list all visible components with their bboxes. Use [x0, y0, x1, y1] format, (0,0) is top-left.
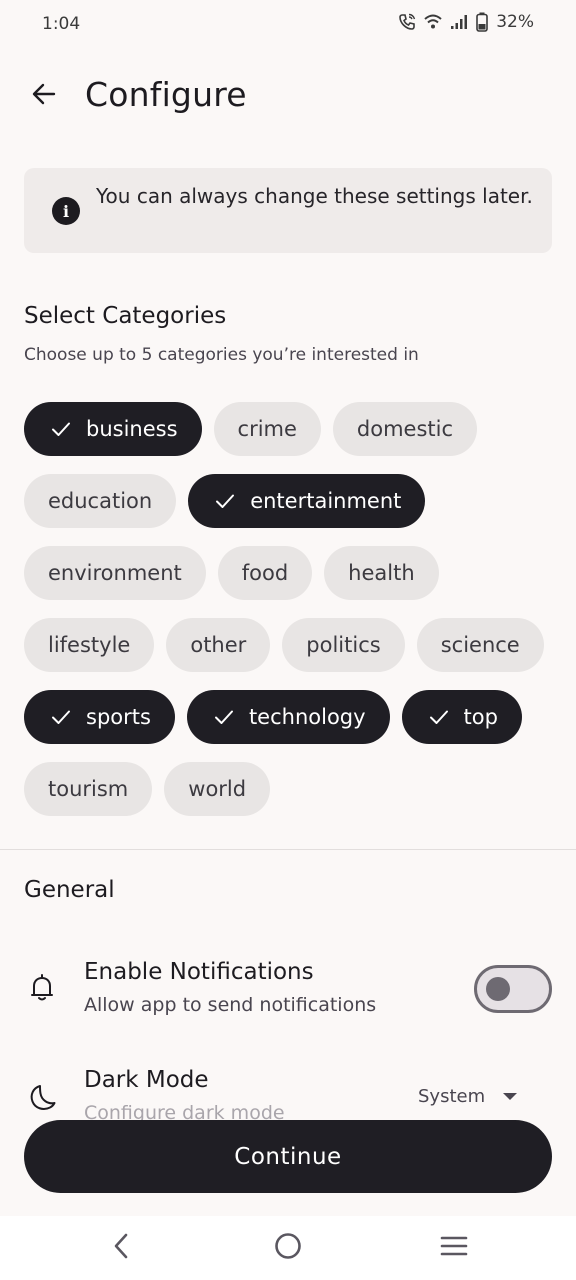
notifications-setting[interactable]: Enable Notifications Allow app to send n…	[0, 956, 576, 1036]
categories-subtitle: Choose up to 5 categories you’re interes…	[24, 345, 419, 365]
category-chip-politics[interactable]: politics	[282, 618, 405, 672]
category-chip-business[interactable]: business	[24, 402, 202, 456]
chip-label: science	[440, 633, 520, 657]
dark-mode-title: Dark Mode	[84, 1067, 209, 1093]
nav-home-icon	[273, 1231, 303, 1265]
chip-label: business	[86, 417, 178, 441]
nav-recents-button[interactable]	[438, 1232, 470, 1264]
chip-label: lifestyle	[48, 633, 131, 657]
chip-label: environment	[48, 561, 182, 585]
category-chip-world[interactable]: world	[164, 762, 271, 816]
chevron-down-icon	[503, 1093, 518, 1100]
general-title: General	[24, 877, 115, 903]
battery-icon	[476, 12, 489, 32]
info-icon: i	[52, 197, 80, 225]
notifications-subtitle: Allow app to send notifications	[84, 994, 377, 1016]
nav-back-button[interactable]	[106, 1232, 138, 1264]
status-bar: 1:04 32%	[0, 0, 576, 48]
category-chip-education[interactable]: education	[24, 474, 177, 528]
system-nav-bar	[0, 1216, 576, 1280]
check-icon	[213, 706, 249, 728]
chip-row: environment food health	[24, 546, 564, 600]
divider	[0, 849, 576, 850]
chip-label: domestic	[356, 417, 454, 441]
dark-mode-value: System	[418, 1086, 486, 1107]
category-chip-sports[interactable]: sports	[24, 690, 175, 744]
bell-icon	[26, 972, 58, 1004]
call-wifi-icon	[398, 13, 416, 31]
check-icon	[50, 706, 86, 728]
chip-row: sports technology top	[24, 690, 564, 744]
category-chip-technology[interactable]: technology	[186, 690, 390, 744]
arrow-left-icon	[30, 80, 58, 112]
chip-label: tourism	[48, 777, 129, 801]
app-bar: Configure	[0, 64, 576, 128]
category-chip-entertainment[interactable]: entertainment	[188, 474, 426, 528]
info-text: You can always change these settings lat…	[96, 184, 533, 208]
chip-label: technology	[248, 705, 366, 729]
dark-mode-setting[interactable]: Dark Mode Configure dark mode System	[0, 1064, 576, 1120]
back-button[interactable]	[24, 76, 64, 116]
category-chip-lifestyle[interactable]: lifestyle	[24, 618, 155, 672]
check-icon	[428, 706, 464, 728]
status-time: 1:04	[42, 14, 81, 34]
category-chips: business crime domestic education entertainm…	[24, 402, 564, 834]
nav-back-icon	[110, 1232, 134, 1264]
toggle-knob	[486, 977, 510, 1001]
nav-home-button[interactable]	[272, 1232, 304, 1264]
moon-icon	[26, 1082, 58, 1114]
chip-label: world	[188, 777, 247, 801]
status-icons: 32%	[398, 12, 534, 32]
chip-label: crime	[237, 417, 297, 441]
chip-row: business crime domestic	[24, 402, 564, 456]
category-chip-crime[interactable]: crime	[213, 402, 321, 456]
categories-title: Select Categories	[24, 303, 227, 329]
category-chip-food[interactable]: food	[217, 546, 313, 600]
chip-label: entertainment	[250, 489, 402, 513]
category-chip-domestic[interactable]: domestic	[332, 402, 478, 456]
check-icon	[214, 490, 250, 512]
dark-mode-dropdown[interactable]: System	[418, 1086, 518, 1107]
chip-label: education	[48, 489, 153, 513]
wifi-icon	[424, 14, 442, 30]
category-chip-other[interactable]: other	[166, 618, 271, 672]
notifications-toggle[interactable]	[474, 965, 552, 1013]
chip-label: sports	[86, 705, 151, 729]
chip-label: health	[348, 561, 415, 585]
chip-label: other	[190, 633, 247, 657]
category-chip-top[interactable]: top	[401, 690, 522, 744]
nav-recents-icon	[439, 1234, 469, 1262]
info-card: i You can always change these settings l…	[24, 168, 552, 253]
chip-row: tourism world	[24, 762, 564, 816]
signal-icon	[450, 14, 468, 30]
category-chip-science[interactable]: science	[416, 618, 544, 672]
chip-row: lifestyle other politics science	[24, 618, 564, 672]
chip-label: top	[463, 705, 498, 729]
battery-percent: 32%	[496, 12, 534, 32]
dark-mode-subtitle: Configure dark mode	[84, 1102, 285, 1120]
page-title: Configure	[85, 75, 247, 114]
category-chip-tourism[interactable]: tourism	[24, 762, 153, 816]
notifications-title: Enable Notifications	[84, 959, 314, 985]
chip-row: education entertainment	[24, 474, 564, 528]
continue-button[interactable]: Continue	[24, 1120, 552, 1193]
category-chip-health[interactable]: health	[324, 546, 439, 600]
check-icon	[50, 418, 86, 440]
chip-label: food	[241, 561, 289, 585]
category-chip-environment[interactable]: environment	[24, 546, 206, 600]
chip-label: politics	[306, 633, 381, 657]
